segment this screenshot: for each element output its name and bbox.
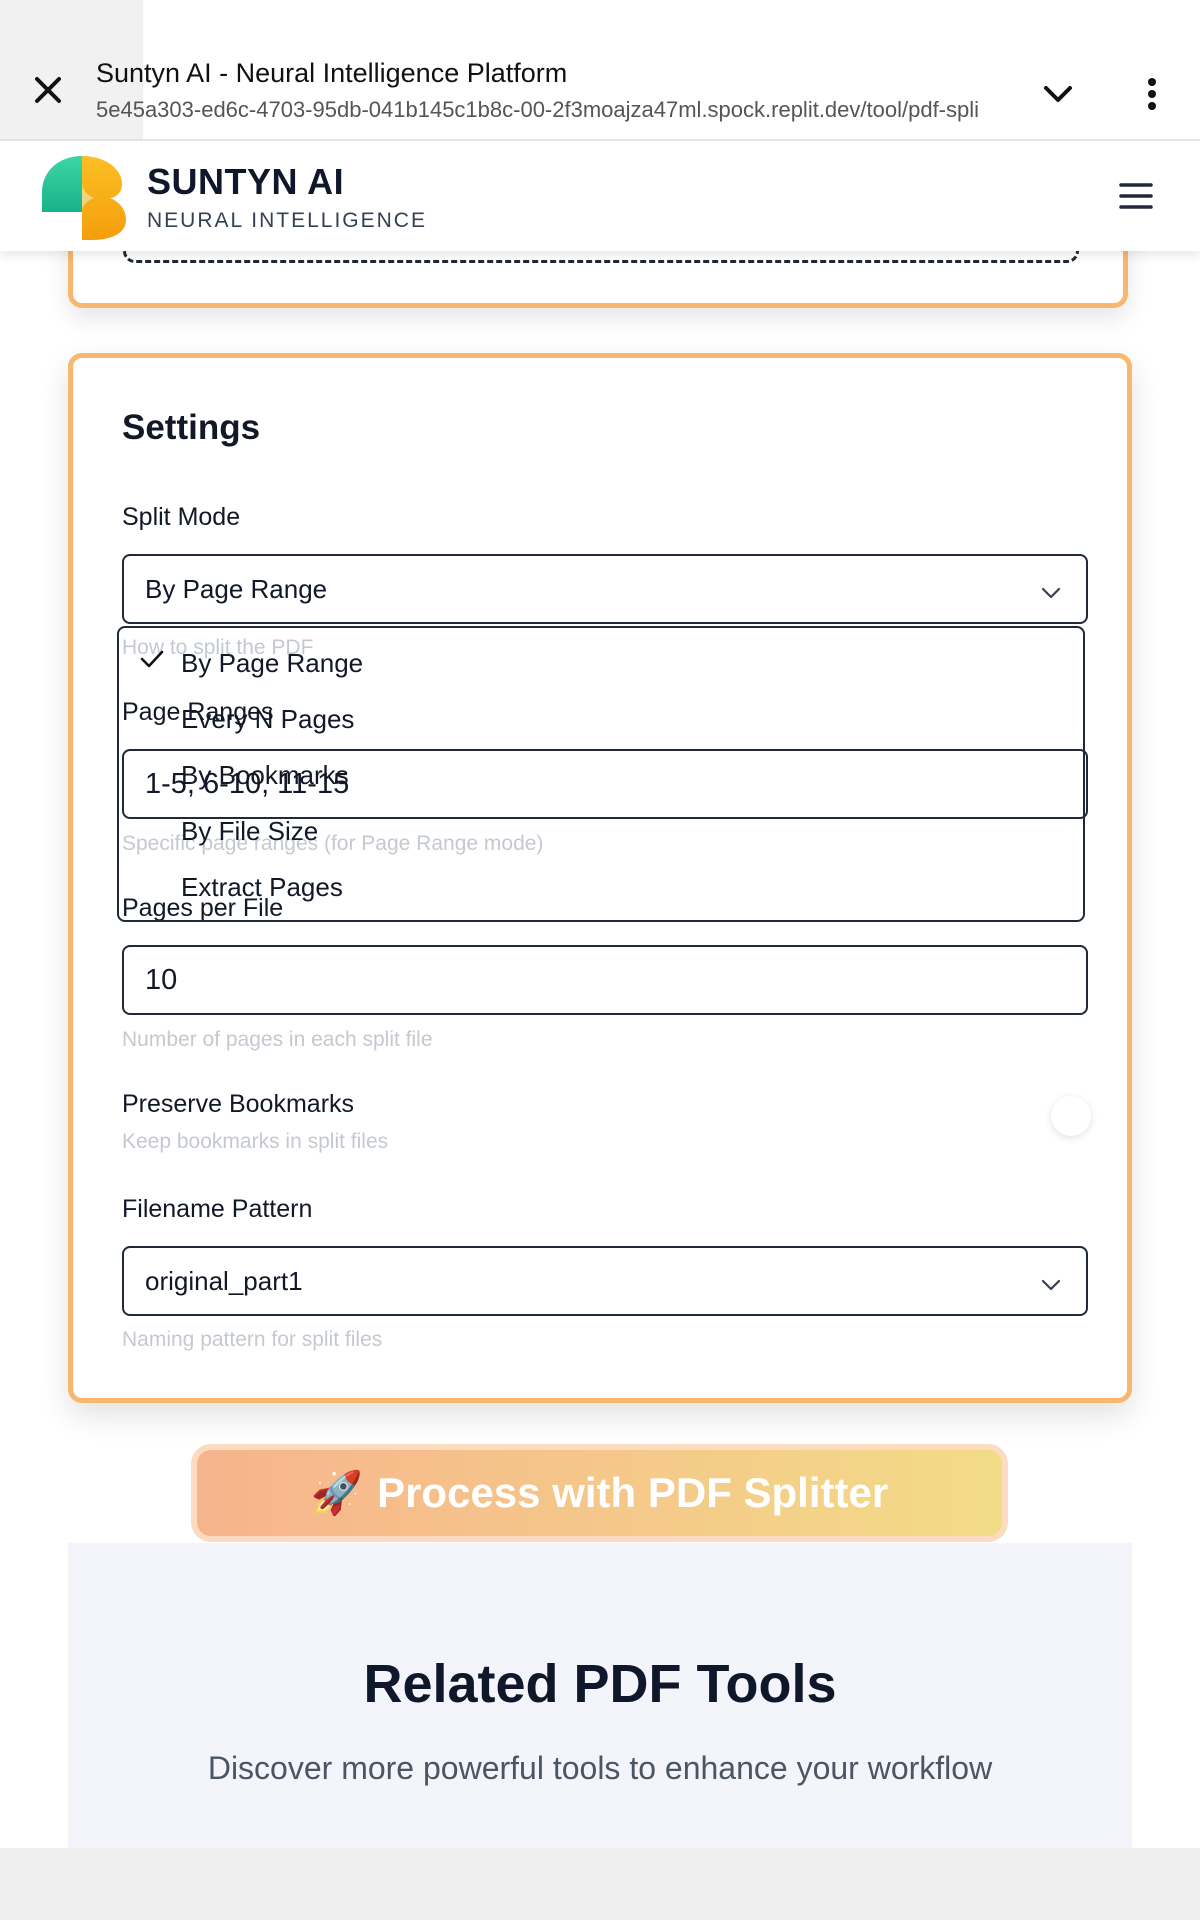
dropdown-option[interactable]: Every N Pages <box>181 704 354 735</box>
preserve-bookmarks-hint: Keep bookmarks in split files <box>122 1130 389 1153</box>
related-subtitle: Discover more powerful tools to enhance … <box>207 1750 993 1786</box>
pages-per-file-hint: Number of pages in each split file <box>122 1028 433 1051</box>
dropdown-option[interactable]: By Page Range <box>181 648 363 679</box>
bottom-area <box>0 1848 1200 1920</box>
brand-name: SUNTYN AI <box>147 161 345 202</box>
check-icon <box>139 648 165 670</box>
address-url[interactable]: 5e45a303-ed6c-4703-95db-041b145c1b8c-00-… <box>96 97 1006 123</box>
settings-title: Settings <box>122 408 261 447</box>
chevron-down-icon <box>1040 1272 1062 1294</box>
pages-per-file-value: 10 <box>145 963 178 996</box>
dropdown-option[interactable]: By File Size <box>181 816 318 847</box>
filename-pattern-select[interactable]: original_part1 <box>122 1246 1088 1316</box>
split-mode-label: Split Mode <box>122 503 241 531</box>
hamburger-icon[interactable] <box>1118 181 1154 211</box>
split-mode-value: By Page Range <box>145 573 328 604</box>
close-icon[interactable] <box>28 70 68 110</box>
browser-toolbar: Suntyn AI - Neural Intelligence Platform… <box>0 0 1200 141</box>
filename-pattern-label: Filename Pattern <box>122 1195 313 1223</box>
chevron-down-icon[interactable] <box>1040 76 1076 112</box>
process-button-label: Process with PDF Splitter <box>377 1469 889 1516</box>
dropdown-option[interactable]: By Bookmarks <box>181 760 349 791</box>
brand-logo-icon[interactable] <box>40 154 128 240</box>
more-vertical-icon[interactable] <box>1136 74 1168 114</box>
process-button[interactable]: 🚀 Process with PDF Splitter <box>191 1444 1008 1542</box>
related-title: Related PDF Tools <box>363 1654 837 1714</box>
chevron-down-icon <box>1040 580 1062 602</box>
preserve-bookmarks-toggle[interactable] <box>1051 1096 1091 1136</box>
rocket-icon: 🚀 <box>310 1468 364 1516</box>
split-mode-dropdown[interactable]: By Page Range Every N Pages By Bookmarks… <box>117 626 1085 922</box>
preserve-bookmarks-label: Preserve Bookmarks <box>122 1090 355 1118</box>
brand-tagline: NEURAL INTELLIGENCE <box>147 209 427 232</box>
pages-per-file-input[interactable]: 10 <box>122 945 1088 1015</box>
dropdown-option[interactable]: Extract Pages <box>181 872 343 903</box>
page-title: Suntyn AI - Neural Intelligence Platform <box>96 58 568 88</box>
filename-pattern-value: original_part1 <box>145 1265 303 1296</box>
filename-pattern-hint: Naming pattern for split files <box>122 1328 383 1351</box>
split-mode-select[interactable]: By Page Range <box>122 554 1088 624</box>
app-header: SUNTYN AI NEURAL INTELLIGENCE <box>0 141 1200 251</box>
related-tools-section: Related PDF Tools Discover more powerful… <box>68 1543 1132 1848</box>
